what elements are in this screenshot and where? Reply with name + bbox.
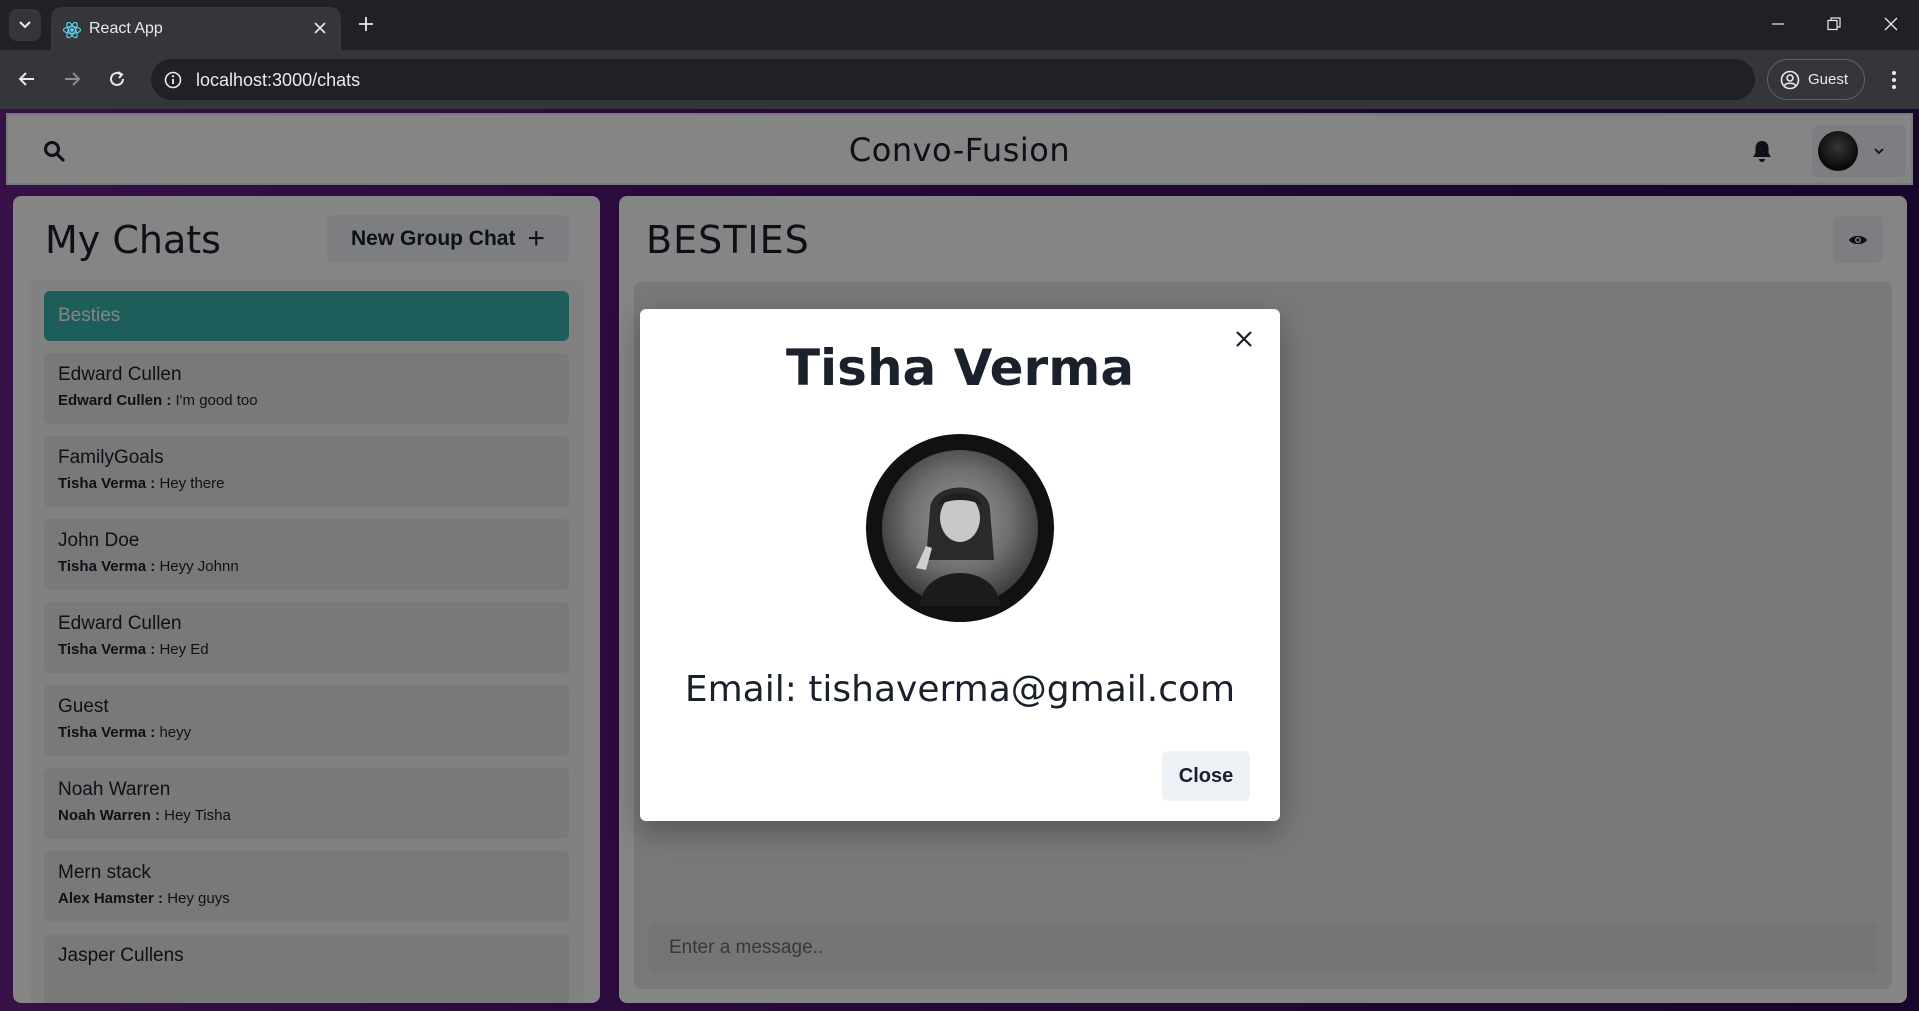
browser-tab-strip: React App (0, 0, 1919, 50)
reload-icon (110, 71, 124, 86)
close-icon (314, 22, 326, 34)
profile-button[interactable]: Guest (1767, 59, 1865, 100)
profile-modal: Tisha Verma Email: tishaverma@gmail.com … (640, 309, 1280, 821)
window-close-button[interactable] (1871, 8, 1911, 40)
profile-avatar (866, 434, 1054, 622)
browser-menu-button[interactable] (1880, 64, 1908, 96)
address-bar[interactable]: localhost:3000/chats (151, 59, 1755, 100)
restore-button[interactable] (1814, 8, 1854, 40)
url-text: localhost:3000/chats (196, 70, 361, 90)
tab-search-button[interactable] (9, 9, 41, 41)
plus-icon (359, 17, 373, 31)
modal-close-x-button[interactable] (1228, 323, 1260, 355)
restore-icon (1827, 17, 1841, 31)
tab-title: React App (89, 20, 163, 37)
info-icon (164, 71, 182, 89)
app-page: Convo-Fusion My Chats New Group Chat + B… (0, 109, 1919, 1011)
arrow-right-icon (65, 72, 81, 86)
back-button[interactable] (10, 62, 44, 96)
profile-picture (882, 450, 1038, 606)
minimize-button[interactable] (1758, 8, 1798, 40)
minimize-icon (1772, 23, 1784, 25)
close-icon (1884, 17, 1898, 31)
site-info-button[interactable] (161, 68, 185, 92)
new-tab-button[interactable] (352, 10, 380, 38)
browser-toolbar: localhost:3000/chats Guest (0, 50, 1919, 109)
reload-button[interactable] (100, 62, 134, 96)
chevron-down-icon (19, 21, 31, 29)
arrow-left-icon (18, 72, 34, 86)
modal-user-email: Email: tishaverma@gmail.com (684, 669, 1236, 710)
close-icon (1236, 331, 1252, 347)
profile-label: Guest (1808, 71, 1849, 88)
modal-user-name: Tisha Verma (785, 339, 1135, 397)
react-logo-icon (62, 21, 82, 39)
forward-button[interactable] (55, 62, 89, 96)
browser-tab[interactable]: React App (51, 7, 341, 50)
tab-close-button[interactable] (309, 17, 331, 39)
modal-close-button[interactable]: Close (1162, 751, 1250, 801)
more-vertical-icon (1892, 71, 1896, 89)
account-icon (1780, 70, 1800, 89)
